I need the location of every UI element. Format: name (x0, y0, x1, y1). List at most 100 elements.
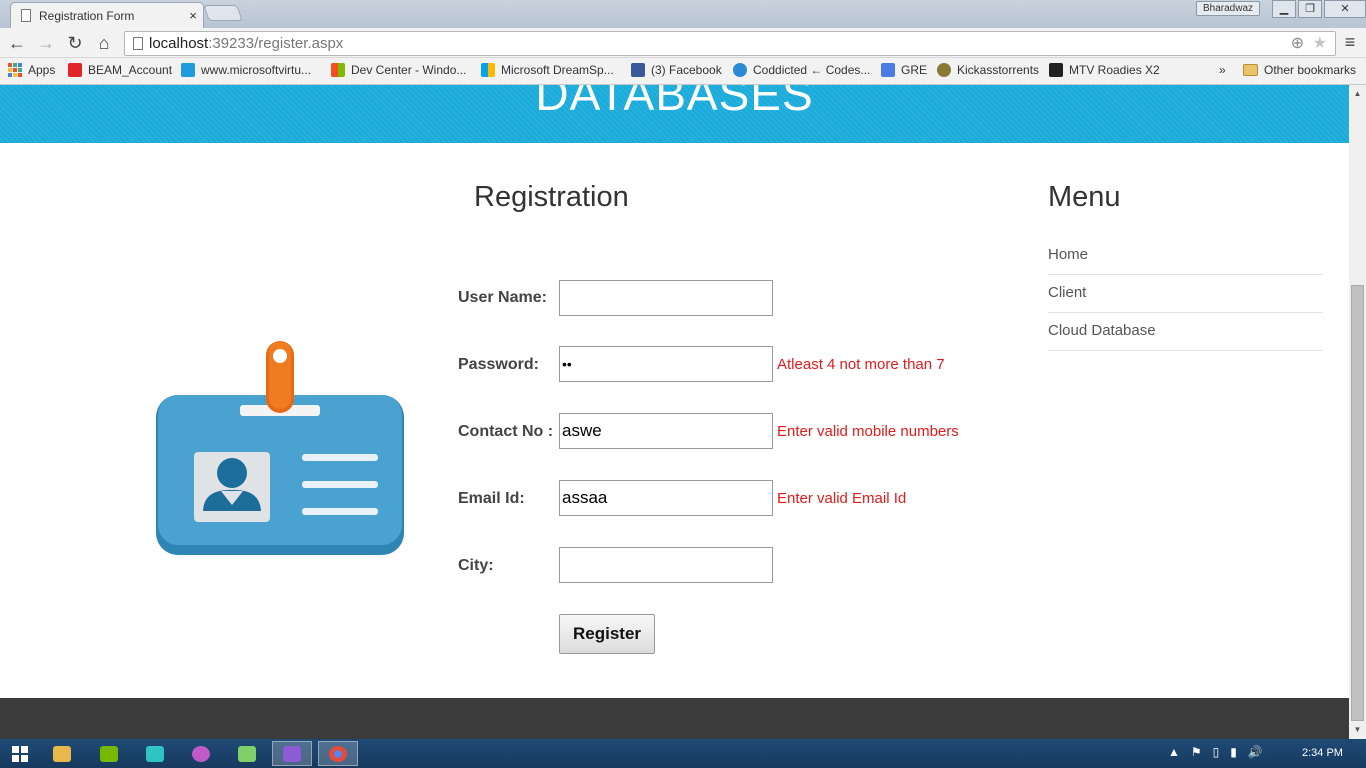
other-bookmarks[interactable]: Other bookmarks (1243, 63, 1356, 77)
register-button[interactable]: Register (559, 614, 655, 654)
chrome-icon (329, 745, 347, 762)
taskbar-app-cube[interactable] (135, 741, 175, 766)
bookmark-label: (3) Facebook (651, 63, 722, 77)
page-icon (133, 37, 143, 50)
nvidia-icon (100, 745, 118, 762)
taskbar-chrome[interactable] (318, 741, 358, 766)
reload-button[interactable]: ↻ (64, 32, 86, 54)
scroll-thumb[interactable] (1351, 285, 1364, 721)
menu-list: Home Client Cloud Database (1048, 237, 1323, 351)
taskbar-folders[interactable] (227, 741, 267, 766)
bookmark-facebook[interactable]: (3) Facebook (631, 63, 722, 77)
home-button[interactable]: ⌂ (93, 32, 115, 54)
email-input[interactable]: assaa (559, 480, 773, 516)
menu-heading: Menu (1048, 181, 1121, 213)
chrome-menu-button[interactable]: ≡ (1340, 32, 1360, 54)
password-error: Atleast 4 not more than 7 (777, 356, 945, 373)
bookmark-kickasstorrents[interactable]: Kickasstorrents (937, 63, 1039, 77)
menu-item-cloud-database[interactable]: Cloud Database (1048, 313, 1323, 351)
mtv-icon (1049, 63, 1063, 77)
back-button[interactable]: ← (6, 32, 28, 54)
taskbar-nvidia[interactable] (89, 741, 129, 766)
header-banner: DATABASES (0, 85, 1349, 143)
network-signal-icon[interactable]: ▮ (1230, 745, 1237, 759)
banner-title: DATABASES (535, 85, 814, 120)
bookmark-label: www.microsoftvirtu... (201, 63, 312, 77)
bookmark-dreamspark[interactable]: Microsoft DreamSp... (481, 63, 614, 77)
bookmark-mtv-roadies[interactable]: MTV Roadies X2 (1049, 63, 1160, 77)
page-footer (0, 698, 1349, 739)
system-tray: ▲ ⚑ ▯ ▮ 🔊 (1168, 745, 1263, 759)
bookmark-star-icon[interactable]: ★ (1313, 35, 1327, 52)
city-label: City: (458, 557, 494, 574)
file-explorer-icon (53, 745, 71, 762)
show-hidden-icons-icon[interactable]: ▲ (1168, 745, 1180, 759)
bookmark-apps[interactable]: Apps (8, 63, 55, 77)
scroll-up-arrow-icon[interactable]: ▲ (1349, 87, 1366, 101)
microsoft-logo-icon (481, 63, 495, 77)
tab-close-icon[interactable]: × (183, 8, 203, 23)
flag-icon[interactable]: ⚑ (1191, 745, 1202, 759)
visual-studio-icon (283, 745, 301, 762)
menu-item-home[interactable]: Home (1048, 237, 1323, 275)
contact-label: Contact No : (458, 423, 554, 440)
new-tab-button[interactable] (203, 5, 243, 21)
bookmark-label: Other bookmarks (1264, 63, 1357, 77)
scroll-down-arrow-icon[interactable]: ▼ (1349, 723, 1366, 737)
bookmarks-bar: Apps BEAM_Account www.microsoftvirtu... … (0, 58, 1366, 85)
url-path: :39233/register.aspx (208, 35, 344, 52)
close-window-button[interactable]: ✕ (1324, 0, 1366, 18)
google-icon (881, 63, 895, 77)
taskbar-visual-studio[interactable] (272, 741, 312, 766)
contact-error: Enter valid mobile numbers (777, 423, 959, 440)
id-card-icon (156, 341, 404, 555)
bookmark-label: MTV Roadies X2 (1069, 63, 1160, 77)
contact-input[interactable]: aswe (559, 413, 773, 449)
facebook-icon (631, 63, 645, 77)
taskbar-clock[interactable]: 2:34 PM (1302, 747, 1343, 759)
document-icon (21, 9, 31, 22)
email-error: Enter valid Email Id (777, 490, 907, 507)
city-input[interactable] (559, 547, 773, 583)
maximize-button[interactable]: ❐ (1298, 0, 1322, 18)
omnibox-actions: ⊕ ★ (1291, 32, 1327, 55)
volume-icon[interactable]: 🔊 (1248, 745, 1263, 759)
tab-title: Registration Form (39, 8, 135, 23)
page-viewport: DATABASES Registration User Name: Passwo… (0, 85, 1349, 739)
kickass-icon (937, 63, 951, 77)
vertical-scrollbar[interactable]: ▲ ▼ (1349, 85, 1366, 739)
bookmark-label: Kickasstorrents (957, 63, 1040, 77)
profile-badge[interactable]: Bharadwaz (1196, 1, 1260, 16)
bookmark-dev-center[interactable]: Dev Center - Windo... (331, 63, 466, 77)
bookmark-coddicted[interactable]: Coddicted ← Codes... (733, 63, 870, 77)
zoom-icon[interactable]: ⊕ (1291, 35, 1304, 52)
app-cube-icon (146, 745, 164, 762)
minimize-button[interactable]: ▁ (1272, 0, 1296, 18)
taskbar-file-explorer[interactable] (42, 741, 82, 766)
browser-toolbar: ← → ↻ ⌂ localhost:39233/register.aspx ⊕ … (0, 28, 1366, 58)
microsoft-logo-icon (331, 63, 345, 77)
bookmark-label: BEAM_Account (88, 63, 173, 77)
tab-registration-form[interactable]: Registration Form × (10, 2, 204, 28)
url-host: localhost (149, 35, 209, 52)
bookmark-gre[interactable]: GRE (881, 63, 927, 77)
menu-item-client[interactable]: Client (1048, 275, 1323, 313)
registration-heading: Registration (474, 181, 629, 213)
password-input[interactable]: •• (559, 346, 773, 382)
bookmark-beam-account[interactable]: BEAM_Account (68, 63, 172, 77)
firefox-icon (192, 745, 210, 762)
address-bar[interactable]: localhost:39233/register.aspx ⊕ ★ (124, 31, 1336, 56)
username-input[interactable] (559, 280, 773, 316)
taskbar-firefox[interactable] (181, 741, 221, 766)
password-label: Password: (458, 356, 539, 373)
bookmark-label: GRE (901, 63, 928, 77)
forward-button[interactable]: → (35, 32, 57, 54)
bookmarks-overflow-button[interactable]: » (1219, 63, 1226, 77)
window-controls: ▁ ❐ ✕ (1270, 0, 1366, 18)
battery-icon[interactable]: ▯ (1213, 745, 1220, 759)
bookmark-label: Apps (28, 63, 56, 77)
start-button[interactable] (0, 741, 40, 766)
windows-taskbar: ▲ ⚑ ▯ ▮ 🔊 2:34 PM (0, 739, 1366, 768)
bookmark-microsoft-virtual-academy[interactable]: www.microsoftvirtu... (181, 63, 311, 77)
username-label: User Name: (458, 289, 547, 306)
